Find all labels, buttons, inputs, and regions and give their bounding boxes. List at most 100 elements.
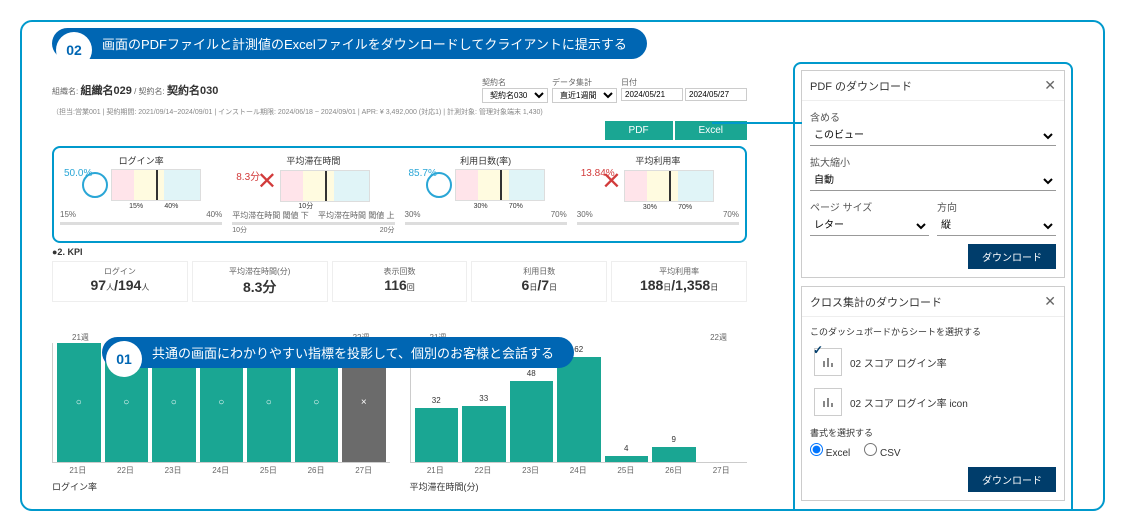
format-label: 書式を選択する xyxy=(810,426,1056,439)
sheet-item[interactable]: 02 スコア ログイン率 icon xyxy=(810,384,1056,420)
pdf-panel-title: PDF のダウンロード xyxy=(810,78,912,94)
score-cell: 平均利用率 13.84% ✕ 30%70% xyxy=(577,154,739,202)
filter-contract-select[interactable]: 契約名030 xyxy=(482,88,548,103)
score-section: ログイン率 50.0% 15%40% 平均滞在時間 8.3分 ✕ 10分 利用日… xyxy=(52,146,747,243)
callout-02-text: 画面のPDFファイルと計測値のExcelファイルをダウンロードしてクライアントに… xyxy=(102,34,627,53)
bar-mark-icon: ○ xyxy=(266,397,272,408)
size-label: ページ サイズ xyxy=(810,199,929,214)
x-tick: 27日 xyxy=(699,465,743,476)
callout-01-num: 01 xyxy=(106,341,142,377)
filter-date: 日付 xyxy=(621,77,747,103)
close-icon[interactable]: ✕ xyxy=(1044,293,1056,310)
include-label: 含める xyxy=(810,109,1056,124)
close-icon[interactable]: ✕ xyxy=(1044,77,1056,94)
scale-label: 拡大縮小 xyxy=(810,154,1056,169)
sheet-name: 02 スコア ログイン率 icon xyxy=(850,395,968,410)
connector-line xyxy=(712,122,802,124)
kpi-value: 116回 xyxy=(337,277,463,293)
kpi-value: 6日/7日 xyxy=(476,277,602,293)
org-name: 組織名029 xyxy=(80,85,131,97)
orient-label: 方向 xyxy=(937,199,1056,214)
threshold-slider[interactable]: 15%40% xyxy=(60,214,222,235)
chart-bar[interactable]: 33 xyxy=(462,406,506,462)
x-tick: 23日 xyxy=(509,465,553,476)
kpi-cell: 表示回数116回 xyxy=(332,261,468,302)
bar-value: 9 xyxy=(672,435,676,444)
x-tick: 24日 xyxy=(556,465,600,476)
sheet-thumbnail-icon xyxy=(814,388,842,416)
kpi-cell: ログイン97人/194人 xyxy=(52,261,188,302)
pdf-download-panel: PDF のダウンロード ✕ 含める このビュー 拡大縮小 自動 ページ サイズ … xyxy=(801,70,1065,278)
kpi-cell: 平均利用率188日/1,358日 xyxy=(611,261,747,302)
score-percent: 50.0% xyxy=(64,168,92,179)
filter-date-to[interactable] xyxy=(685,88,747,101)
include-select[interactable]: このビュー xyxy=(810,126,1056,146)
x-tick: 26日 xyxy=(294,465,338,476)
score-gauge: 10分 xyxy=(280,170,370,202)
filter-date-from[interactable] xyxy=(621,88,683,101)
format-csv-label: CSV xyxy=(880,448,901,459)
pdf-button[interactable]: PDF xyxy=(605,121,673,140)
gauge-tick: 15% xyxy=(129,203,143,210)
chart-bar[interactable]: ○ xyxy=(57,343,101,462)
x-tick: 22日 xyxy=(104,465,148,476)
sheet-item[interactable]: 02 スコア ログイン率 xyxy=(810,344,1056,380)
orient-select[interactable]: 縦 xyxy=(937,216,1056,236)
dashboard: 組織名: 組織名029 / 契約名: 契約名030 契約名 契約名030 データ… xyxy=(52,77,747,493)
size-select[interactable]: レター xyxy=(810,216,929,236)
app-frame: 02 画面のPDFファイルと計測値のExcelファイルをダウンロードしてクライア… xyxy=(20,20,1105,511)
header-meta: （担当:営業001 | 契約期間: 2021/09/14~2024/09/01 … xyxy=(52,107,747,117)
threshold-slider[interactable]: 30%70% xyxy=(405,214,567,235)
score-percent: 85.7% xyxy=(409,168,437,179)
download-buttons: PDF Excel xyxy=(52,121,747,140)
crosstab-panel-title: クロス集計のダウンロード xyxy=(810,294,942,310)
filter-contract: 契約名 契約名030 xyxy=(482,77,548,103)
sheet-name: 02 スコア ログイン率 xyxy=(850,355,947,370)
format-excel-label: Excel xyxy=(826,448,850,459)
dashboard-header: 組織名: 組織名029 / 契約名: 契約名030 契約名 契約名030 データ… xyxy=(52,77,747,103)
crosstab-download-button[interactable]: ダウンロード xyxy=(968,467,1056,492)
bar-value: 62 xyxy=(574,345,583,354)
kpi-label: 平均滞在時間(分) xyxy=(197,266,323,277)
contract-name: 契約名030 xyxy=(167,85,218,97)
kpi-value: 97人/194人 xyxy=(57,277,183,293)
gauge-tick: 40% xyxy=(164,203,178,210)
contract-label: / 契約名: xyxy=(134,87,165,96)
kpi-row: ログイン97人/194人平均滞在時間(分)8.3分表示回数116回利用日数6日/… xyxy=(52,261,747,302)
chart-bar[interactable]: 9 xyxy=(652,447,696,462)
score-title: 平均利用率 xyxy=(577,154,739,167)
score-gauge: 30%70% xyxy=(455,169,545,201)
scale-select[interactable]: 自動 xyxy=(810,171,1056,191)
callout-01: 01 共通の画面にわかりやすい指標を投影して、個別のお客様と会話する xyxy=(102,337,574,368)
score-cell: 平均滞在時間 8.3分 ✕ 10分 xyxy=(232,154,394,202)
score-cell: 利用日数(率) 85.7% 30%70% xyxy=(405,154,567,201)
x-tick: 25日 xyxy=(247,465,291,476)
x-tick: 24日 xyxy=(199,465,243,476)
chart-title: 平均滞在時間(分) xyxy=(410,480,748,493)
filter-range-select[interactable]: 直近1週間 xyxy=(552,88,617,103)
callout-02: 02 画面のPDFファイルと計測値のExcelファイルをダウンロードしてクライア… xyxy=(52,28,647,59)
chart-bar[interactable]: 62 xyxy=(557,357,601,462)
kpi-label: 平均利用率 xyxy=(616,266,742,277)
bar-mark-icon: ○ xyxy=(76,397,82,408)
pdf-download-button[interactable]: ダウンロード xyxy=(968,244,1056,269)
chart-bar[interactable]: 32 xyxy=(415,408,459,462)
x-tick: 25日 xyxy=(604,465,648,476)
kpi-label: ログイン xyxy=(57,266,183,277)
gauge-tick: 70% xyxy=(678,204,692,211)
org-label: 組織名: xyxy=(52,87,78,96)
bar-mark-icon: ○ xyxy=(123,397,129,408)
filter-bar: 契約名 契約名030 データ集計 直近1週間 日付 xyxy=(482,77,747,103)
chart-bar[interactable] xyxy=(700,461,744,462)
format-excel-radio[interactable]: Excel xyxy=(810,443,850,459)
x-tick: 21日 xyxy=(414,465,458,476)
chart-bar[interactable]: 4 xyxy=(605,456,649,463)
filter-date-label: 日付 xyxy=(621,77,747,88)
threshold-slider[interactable]: 30%70% xyxy=(577,214,739,235)
bar-value: 33 xyxy=(479,394,488,403)
threshold-slider[interactable]: 平均滞在時間 閾値 下平均滞在時間 閾値 上10分20分 xyxy=(232,214,394,235)
callout-01-text: 共通の画面にわかりやすい指標を投影して、個別のお客様と会話する xyxy=(152,343,554,362)
format-csv-radio[interactable]: CSV xyxy=(864,443,900,459)
crosstab-download-panel: クロス集計のダウンロード ✕ このダッシュボードからシートを選択する 02 スコ… xyxy=(801,286,1065,501)
chart-bar[interactable]: 48 xyxy=(510,381,554,463)
